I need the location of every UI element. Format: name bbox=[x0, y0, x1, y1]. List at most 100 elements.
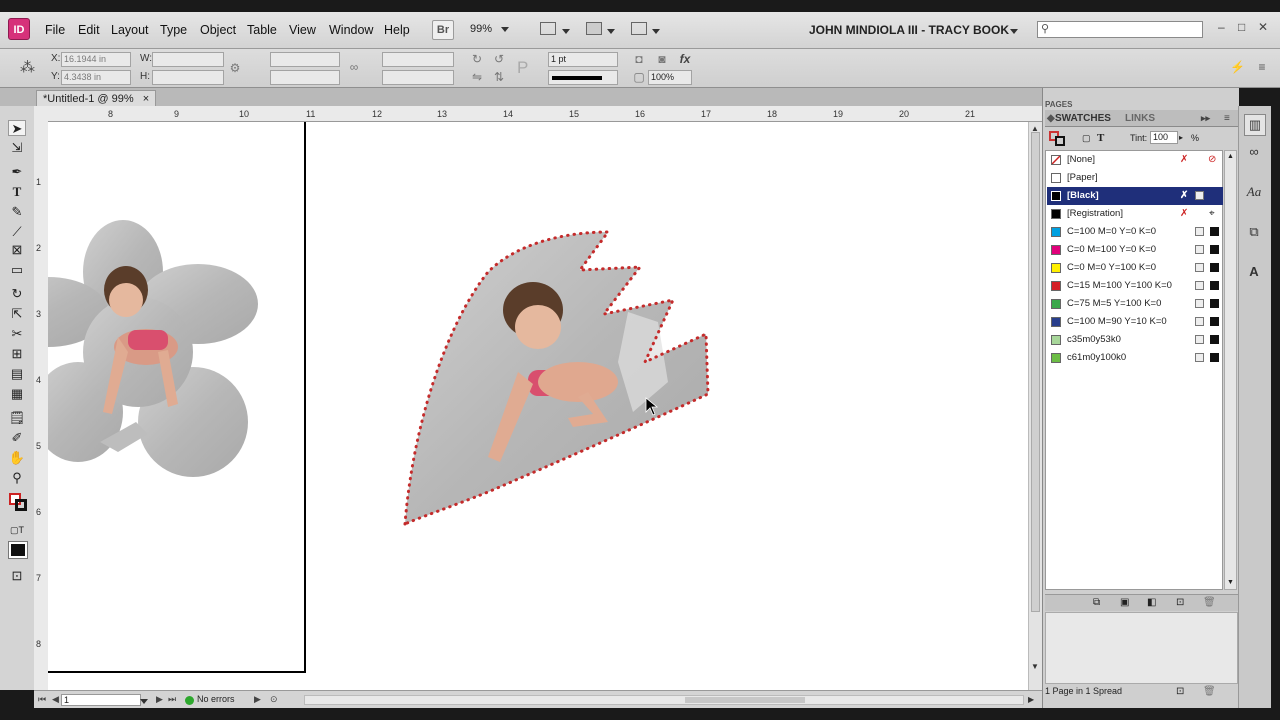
flower-image-frame[interactable] bbox=[48, 220, 258, 477]
height-field[interactable] bbox=[152, 70, 224, 85]
menu-window[interactable]: Window bbox=[329, 23, 373, 37]
horizontal-scrollbar[interactable] bbox=[304, 695, 1024, 705]
scale-x-field[interactable] bbox=[270, 52, 340, 67]
scroll-down-icon[interactable]: ▼ bbox=[1227, 579, 1234, 586]
direct-selection-tool-icon[interactable]: ⇲ bbox=[8, 140, 26, 156]
gradient-feather-tool-icon[interactable]: ▦ bbox=[8, 386, 26, 402]
panel-menu-icon[interactable]: ≡ bbox=[1224, 113, 1230, 124]
line-tool-icon[interactable]: ⟋ bbox=[8, 224, 26, 240]
menu-file[interactable]: File bbox=[45, 23, 65, 37]
scissors-tool-icon[interactable]: ✂ bbox=[8, 326, 26, 342]
width-field[interactable] bbox=[152, 52, 224, 67]
delete-page-icon[interactable]: 🗑 bbox=[1203, 686, 1216, 697]
formatting-affects-container-icon[interactable]: ▢T bbox=[8, 522, 26, 538]
chevron-down-icon[interactable] bbox=[140, 699, 148, 704]
chevron-down-icon[interactable] bbox=[1010, 29, 1018, 34]
preflight-status-text[interactable]: No errors bbox=[197, 694, 235, 704]
first-page-icon[interactable]: ⏮ bbox=[38, 694, 46, 705]
preflight-menu-icon[interactable]: ▶ bbox=[254, 694, 261, 705]
close-button[interactable]: ✕ bbox=[1258, 20, 1268, 34]
swatch-row[interactable]: [Registration] ✗ ⌖ bbox=[1047, 205, 1223, 223]
swatch-row[interactable]: [Paper] bbox=[1047, 169, 1223, 187]
stroke-box-icon[interactable] bbox=[1055, 136, 1065, 146]
show-all-swatches-icon[interactable]: ⧉ bbox=[1093, 597, 1100, 608]
drop-shadow-icon[interactable]: ◘ bbox=[632, 52, 646, 66]
search-input[interactable]: ⚲ bbox=[1037, 21, 1203, 38]
character-panel-icon[interactable]: Aa bbox=[1244, 182, 1264, 202]
zoom-tool-icon[interactable]: ⚲ bbox=[8, 470, 26, 486]
rectangle-frame-tool-icon[interactable]: ⊠ bbox=[8, 242, 26, 258]
view-options-icon[interactable] bbox=[540, 22, 556, 35]
y-field[interactable]: 4.3438 in bbox=[61, 70, 131, 85]
collapse-icon[interactable]: ◆ bbox=[1047, 113, 1055, 124]
horizontal-ruler[interactable]: 8 9 10 11 12 13 14 15 16 17 18 19 20 21 bbox=[34, 106, 1042, 122]
menu-edit[interactable]: Edit bbox=[78, 23, 100, 37]
swatch-row-selected[interactable]: [Black] ✗ bbox=[1047, 187, 1223, 205]
tab-swatches[interactable]: SWATCHES bbox=[1055, 113, 1111, 124]
hand-tool-icon[interactable]: ✋ bbox=[8, 450, 26, 466]
flip-horizontal-icon[interactable]: ⇋ bbox=[470, 70, 484, 84]
links-panel-icon[interactable]: ∞ bbox=[1244, 142, 1264, 162]
show-color-swatches-icon[interactable]: ▣ bbox=[1120, 597, 1129, 608]
x-field[interactable]: 16.1944 in bbox=[61, 52, 131, 67]
show-gradient-swatches-icon[interactable]: ◧ bbox=[1147, 597, 1156, 608]
panel-menu-icon[interactable]: ≡ bbox=[1255, 60, 1269, 74]
next-page-icon[interactable]: ▶ bbox=[156, 694, 163, 705]
tab-pages[interactable]: PAGES bbox=[1045, 100, 1072, 109]
object-styles-panel-icon[interactable]: ⧉ bbox=[1244, 222, 1264, 242]
scale-tool-icon[interactable]: ⇱ bbox=[8, 306, 26, 322]
scroll-up-icon[interactable]: ▲ bbox=[1227, 153, 1234, 160]
selection-tool-icon[interactable]: ➤ bbox=[8, 120, 26, 136]
free-transform-tool-icon[interactable]: ⊞ bbox=[8, 346, 26, 362]
container-icon[interactable]: ▢ bbox=[1082, 133, 1091, 144]
swatches-scrollbar[interactable]: ▲ ▼ bbox=[1224, 150, 1237, 590]
menu-layout[interactable]: Layout bbox=[111, 23, 149, 37]
open-page-icon[interactable]: ⊙ bbox=[270, 694, 278, 705]
bridge-button[interactable]: Br bbox=[432, 20, 454, 40]
tint-field[interactable]: 100 bbox=[1150, 131, 1178, 144]
rotate-ccw-icon[interactable]: ↺ bbox=[492, 52, 506, 66]
screen-mode-icon[interactable] bbox=[586, 22, 602, 35]
feather-image-frame[interactable] bbox=[403, 230, 710, 527]
rotate-cw-icon[interactable]: ↻ bbox=[470, 52, 484, 66]
swatch-row[interactable]: [None] ✗ ⊘ bbox=[1047, 151, 1223, 169]
pages-panel-icon[interactable]: ▥ bbox=[1244, 114, 1266, 136]
page-number-field[interactable]: 1 bbox=[61, 694, 141, 706]
swatch-row[interactable]: C=0 M=0 Y=100 K=0 bbox=[1047, 259, 1223, 277]
swatch-row[interactable]: C=100 M=90 Y=10 K=0 bbox=[1047, 313, 1223, 331]
last-page-icon[interactable]: ⏭ bbox=[168, 694, 176, 705]
rotation-field[interactable] bbox=[382, 52, 454, 67]
constrain-proportions-icon[interactable]: ⚙ bbox=[228, 61, 242, 75]
apply-color-icon[interactable] bbox=[8, 541, 28, 559]
new-swatch-icon[interactable]: ⊡ bbox=[1176, 597, 1184, 608]
maximize-button[interactable]: □ bbox=[1238, 20, 1245, 34]
menu-object[interactable]: Object bbox=[200, 23, 236, 37]
flip-vertical-icon[interactable]: ⇅ bbox=[492, 70, 506, 84]
zoom-select[interactable]: 99% bbox=[470, 23, 510, 35]
rotate-tool-icon[interactable]: ↻ bbox=[8, 286, 26, 302]
scale-y-field[interactable] bbox=[270, 70, 340, 85]
lightning-icon[interactable]: ⚡ bbox=[1230, 60, 1245, 74]
minimize-button[interactable]: – bbox=[1218, 20, 1225, 34]
rectangle-tool-icon[interactable]: ▭ bbox=[8, 262, 26, 278]
previous-page-icon[interactable]: ◀ bbox=[52, 694, 59, 705]
tab-links[interactable]: LINKS bbox=[1125, 113, 1155, 124]
pencil-tool-icon[interactable]: ✎ bbox=[8, 204, 26, 220]
note-tool-icon[interactable]: 🗒 bbox=[8, 410, 26, 426]
type-tool-icon[interactable]: T bbox=[8, 184, 26, 200]
chain-link-icon[interactable]: ∞ bbox=[347, 60, 361, 74]
stroke-weight-field[interactable]: 1 pt bbox=[548, 52, 618, 67]
shear-field[interactable] bbox=[382, 70, 454, 85]
swatch-row[interactable]: C=75 M=5 Y=100 K=0 bbox=[1047, 295, 1223, 313]
arrange-documents-icon[interactable] bbox=[631, 22, 647, 35]
paragraph-styles-panel-icon[interactable]: A bbox=[1244, 262, 1264, 282]
scroll-right-icon[interactable]: ▶ bbox=[1028, 695, 1034, 704]
shadow-box-icon[interactable]: ◙ bbox=[655, 52, 669, 66]
menu-type[interactable]: Type bbox=[160, 23, 187, 37]
new-page-icon[interactable]: ⊡ bbox=[1176, 686, 1184, 697]
swatch-row[interactable]: c35m0y53k0 bbox=[1047, 331, 1223, 349]
workspace-name[interactable]: JOHN MINDIOLA III - TRACY BOOK bbox=[809, 23, 1009, 37]
scroll-thumb[interactable] bbox=[685, 697, 805, 703]
document-tab[interactable]: *Untitled-1 @ 99% × bbox=[36, 90, 157, 106]
gradient-tool-icon[interactable]: ▤ bbox=[8, 366, 26, 382]
